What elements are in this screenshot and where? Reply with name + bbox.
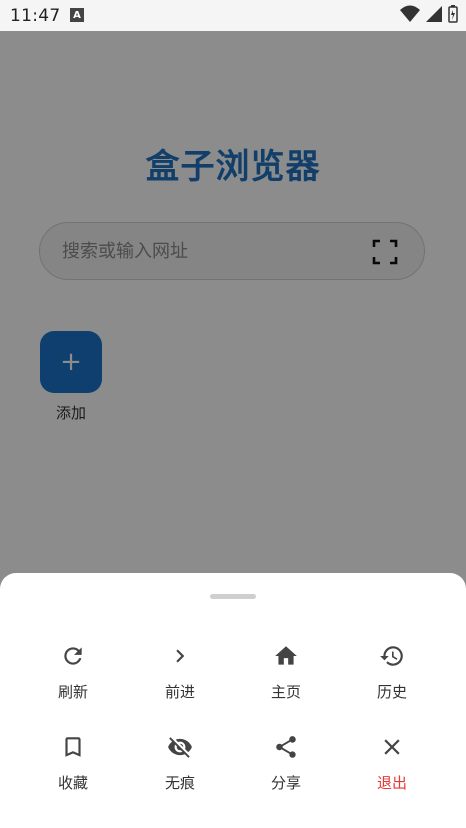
menu-refresh-label: 刷新 bbox=[57, 683, 88, 701]
chevron-right-icon bbox=[176, 649, 185, 663]
refresh-icon bbox=[64, 647, 82, 665]
battery-icon bbox=[448, 5, 458, 23]
signal-icon bbox=[426, 6, 442, 22]
menu-incognito-button[interactable]: 无痕 bbox=[135, 734, 225, 804]
menu-share-button[interactable]: 分享 bbox=[241, 734, 331, 804]
home-icon bbox=[275, 646, 297, 665]
status-bar: 11:47 A bbox=[0, 0, 466, 31]
menu-share-label: 分享 bbox=[270, 774, 301, 792]
menu-history-label: 历史 bbox=[376, 683, 407, 701]
close-icon bbox=[384, 739, 400, 755]
incognito-eye-icon bbox=[168, 737, 192, 758]
sheet-drag-handle[interactable] bbox=[210, 594, 256, 599]
menu-home-label: 主页 bbox=[270, 683, 301, 701]
history-icon bbox=[380, 646, 403, 666]
menu-history-button[interactable]: 历史 bbox=[347, 643, 437, 713]
menu-refresh-button[interactable]: 刷新 bbox=[28, 643, 118, 713]
menu-forward-button[interactable]: 前进 bbox=[135, 643, 225, 713]
menu-exit-label: 退出 bbox=[376, 774, 407, 792]
menu-bottom-sheet: 刷新 前进 主页 历史 收藏 无痕 分享 退出 bbox=[0, 573, 466, 828]
wifi-icon bbox=[400, 5, 420, 22]
menu-forward-label: 前进 bbox=[164, 683, 195, 701]
notification-icon: A bbox=[70, 8, 84, 22]
status-icons bbox=[400, 5, 458, 23]
menu-home-button[interactable]: 主页 bbox=[241, 643, 331, 713]
status-time: 11:47 bbox=[10, 6, 61, 26]
menu-bookmark-label: 收藏 bbox=[57, 774, 88, 792]
menu-bookmark-button[interactable]: 收藏 bbox=[28, 734, 118, 804]
menu-incognito-label: 无痕 bbox=[164, 774, 195, 792]
menu-exit-button[interactable]: 退出 bbox=[347, 734, 437, 804]
bookmark-icon bbox=[65, 737, 81, 757]
share-icon bbox=[276, 736, 296, 758]
